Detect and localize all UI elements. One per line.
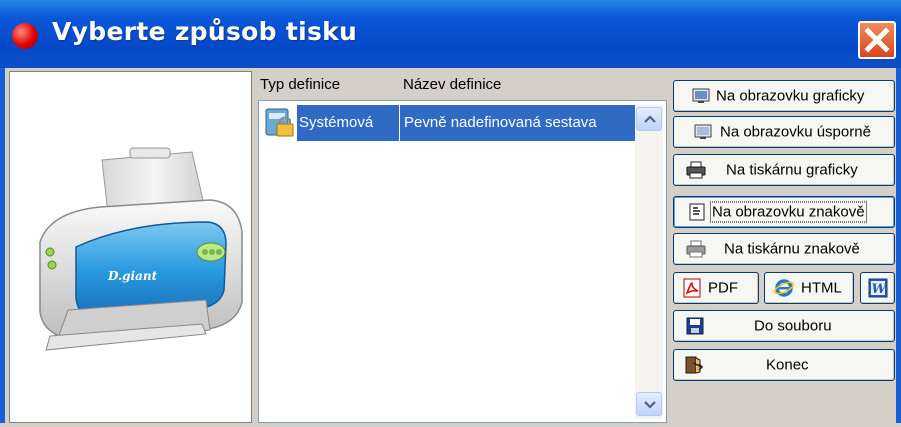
printer-graphic-label: Na tiskárnu graficky bbox=[726, 161, 858, 179]
html-label: HTML bbox=[801, 279, 842, 297]
printer-graphic-button[interactable]: Na tiskárnu graficky bbox=[673, 154, 895, 186]
monitor-icon bbox=[694, 124, 712, 139]
printer-preview: D.giant bbox=[9, 71, 252, 423]
window-border-right bbox=[896, 68, 901, 423]
printer-icon bbox=[686, 161, 706, 179]
internet-explorer-icon bbox=[774, 279, 794, 297]
title-bar[interactable]: Vyberte způsob tisku bbox=[0, 0, 901, 68]
printer-text-label: Na tiskárnu znakově bbox=[724, 240, 860, 258]
word-button[interactable]: W bbox=[860, 272, 895, 304]
screen-text-button[interactable]: Na obrazovku znakově bbox=[673, 196, 895, 228]
to-file-button[interactable]: Do souboru bbox=[673, 310, 895, 342]
lock-icon bbox=[265, 108, 294, 137]
screen-text-label: Na obrazovku znakově bbox=[710, 201, 867, 223]
word-icon: W bbox=[868, 278, 888, 298]
close-button[interactable] bbox=[858, 21, 896, 59]
list-header: Typ definice Název definice bbox=[258, 71, 668, 101]
chevron-down-icon bbox=[644, 401, 656, 409]
html-button[interactable]: HTML bbox=[764, 272, 854, 304]
screen-graphic-button[interactable]: Na obrazovku graficky bbox=[673, 80, 895, 112]
printer-icon bbox=[686, 240, 706, 258]
definition-list[interactable]: Systémová Pevně nadefinovaná sestava bbox=[258, 100, 667, 423]
floppy-disk-icon bbox=[686, 317, 704, 335]
pdf-label: PDF bbox=[708, 279, 738, 297]
pdf-button[interactable]: PDF bbox=[673, 272, 759, 304]
close-icon bbox=[864, 27, 890, 53]
monitor-icon bbox=[692, 88, 710, 103]
end-label: Konec bbox=[766, 356, 809, 374]
scroll-up-button[interactable] bbox=[636, 107, 662, 131]
column-header-type[interactable]: Typ definice bbox=[260, 76, 340, 93]
list-row-selected[interactable]: Systémová Pevně nadefinovaná sestava bbox=[263, 105, 635, 141]
row-icon-cell bbox=[263, 105, 297, 141]
printer-icon: D.giant bbox=[39, 147, 243, 351]
screen-graphic-label: Na obrazovku graficky bbox=[716, 87, 865, 105]
row-name: Pevně nadefinovaná sestava bbox=[400, 105, 635, 141]
screen-economic-label: Na obrazovku úsporně bbox=[720, 123, 871, 141]
row-type: Systémová bbox=[297, 105, 399, 141]
end-button[interactable]: Konec bbox=[673, 349, 895, 381]
vertical-scrollbar[interactable] bbox=[635, 105, 663, 419]
window-border-left bbox=[0, 68, 5, 423]
column-header-name[interactable]: Název definice bbox=[403, 76, 501, 93]
svg-text:W: W bbox=[872, 282, 888, 297]
screen-economic-button[interactable]: Na obrazovku úsporně bbox=[673, 116, 895, 148]
to-file-label: Do souboru bbox=[754, 317, 832, 335]
pdf-icon bbox=[683, 278, 701, 298]
exit-door-icon bbox=[685, 356, 704, 374]
printer-text-button[interactable]: Na tiskárnu znakově bbox=[673, 233, 895, 265]
red-dot-icon bbox=[12, 23, 38, 49]
text-document-icon bbox=[689, 203, 705, 221]
printer-brand: D.giant bbox=[107, 269, 158, 283]
scroll-down-button[interactable] bbox=[636, 392, 662, 416]
window-title: Vyberte způsob tisku bbox=[52, 17, 358, 46]
chevron-up-icon bbox=[644, 115, 656, 123]
